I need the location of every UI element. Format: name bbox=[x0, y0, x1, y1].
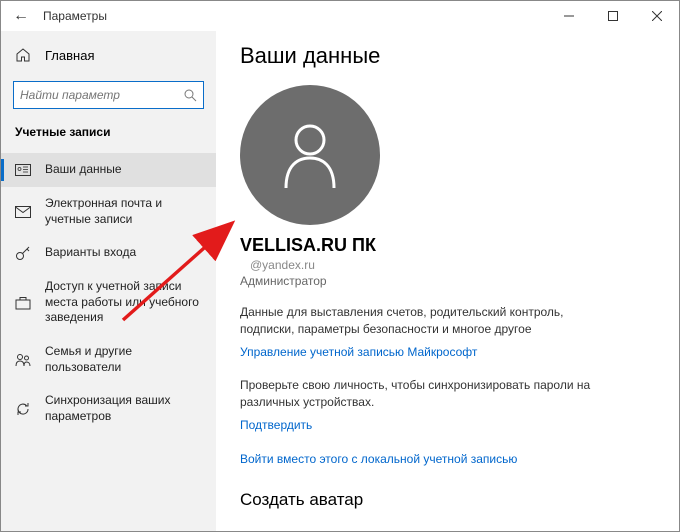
window-title: Параметры bbox=[43, 9, 107, 23]
sidebar-item-label: Ваши данные bbox=[45, 162, 202, 178]
avatar bbox=[240, 85, 380, 225]
sidebar: Главная Учетные записи Ваши данные Э bbox=[1, 31, 216, 531]
person-icon bbox=[280, 120, 340, 190]
maximize-icon bbox=[608, 11, 618, 21]
minimize-button[interactable] bbox=[547, 1, 591, 31]
local-login-link[interactable]: Войти вместо этого с локальной учетной з… bbox=[240, 452, 517, 466]
sidebar-item-label: Семья и другие пользователи bbox=[45, 344, 202, 375]
home-label: Главная bbox=[45, 48, 94, 63]
minimize-icon bbox=[564, 11, 574, 21]
verify-link[interactable]: Подтвердить bbox=[240, 418, 312, 432]
sidebar-item-label: Доступ к учетной записи места работы или… bbox=[45, 279, 202, 326]
sync-icon bbox=[15, 401, 31, 417]
avatar-section-heading: Создать аватар bbox=[240, 490, 655, 510]
people-icon bbox=[15, 352, 31, 368]
sidebar-item-your-info[interactable]: Ваши данные bbox=[1, 153, 216, 187]
page-title: Ваши данные bbox=[240, 43, 655, 69]
sidebar-item-label: Варианты входа bbox=[45, 245, 202, 261]
home-link[interactable]: Главная bbox=[1, 41, 216, 69]
close-button[interactable] bbox=[635, 1, 679, 31]
billing-text: Данные для выставления счетов, родительс… bbox=[240, 304, 620, 339]
camera-option[interactable]: Камера bbox=[240, 524, 655, 531]
category-header: Учетные записи bbox=[1, 125, 216, 139]
search-box[interactable] bbox=[13, 81, 204, 109]
briefcase-icon bbox=[15, 295, 31, 311]
sidebar-item-signin-options[interactable]: Варианты входа bbox=[1, 236, 216, 270]
home-icon bbox=[15, 47, 31, 63]
account-role: Администратор bbox=[240, 274, 655, 288]
manage-account-link[interactable]: Управление учетной записью Майкрософт bbox=[240, 345, 477, 359]
verify-text: Проверьте свою личность, чтобы синхрониз… bbox=[240, 377, 620, 412]
mail-icon bbox=[15, 204, 31, 220]
sidebar-item-email-accounts[interactable]: Электронная почта и учетные записи bbox=[1, 187, 216, 236]
maximize-button[interactable] bbox=[591, 1, 635, 31]
sidebar-item-sync[interactable]: Синхронизация ваших параметров bbox=[1, 384, 216, 433]
key-icon bbox=[15, 245, 31, 261]
close-icon bbox=[652, 11, 662, 21]
search-input[interactable] bbox=[20, 88, 184, 102]
search-icon bbox=[184, 89, 197, 102]
sidebar-item-family[interactable]: Семья и другие пользователи bbox=[1, 335, 216, 384]
account-email: @yandex.ru bbox=[250, 258, 655, 272]
account-name: VELLISA.RU ПК bbox=[240, 235, 655, 256]
id-card-icon bbox=[15, 162, 31, 178]
sidebar-item-work-access[interactable]: Доступ к учетной записи места работы или… bbox=[1, 270, 216, 335]
sidebar-item-label: Синхронизация ваших параметров bbox=[45, 393, 202, 424]
main-content: Ваши данные VELLISA.RU ПК @yandex.ru Адм… bbox=[216, 31, 679, 531]
back-button[interactable]: ← bbox=[13, 7, 29, 25]
sidebar-item-label: Электронная почта и учетные записи bbox=[45, 196, 202, 227]
titlebar: ← Параметры bbox=[1, 1, 679, 31]
